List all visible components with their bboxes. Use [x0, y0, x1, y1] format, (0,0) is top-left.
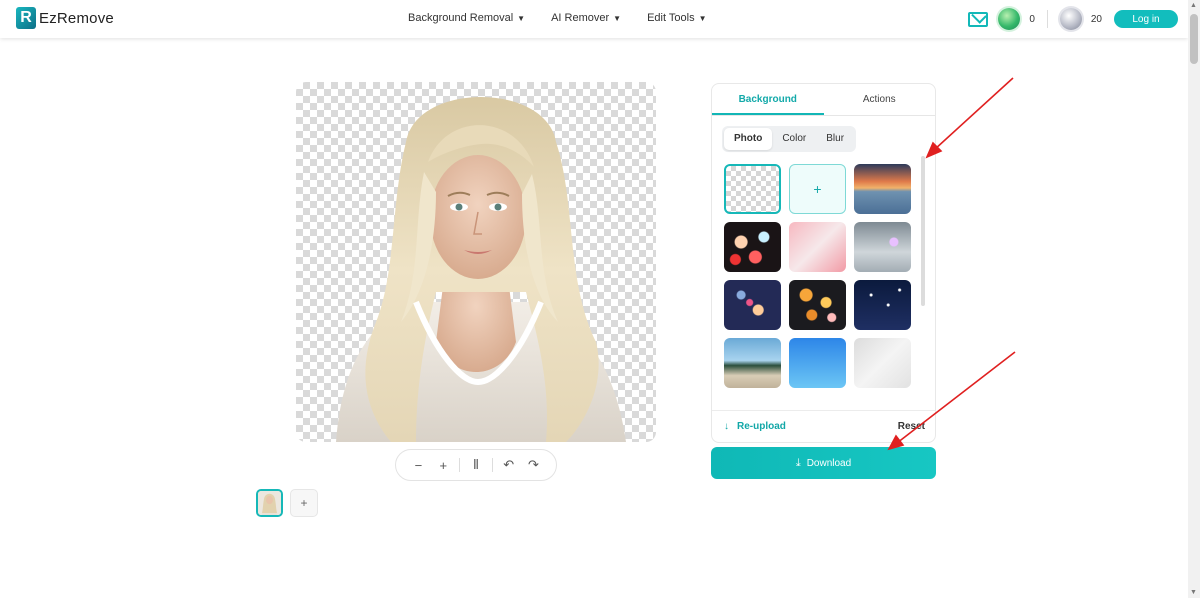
- background-option-transparent[interactable]: [724, 164, 781, 214]
- scroll-down-icon[interactable]: ▼: [1190, 589, 1197, 596]
- undo-icon[interactable]: ↶: [500, 457, 518, 473]
- nav-edit-tools[interactable]: Edit Tools ▼: [647, 12, 706, 24]
- upload-background-button[interactable]: +: [789, 164, 846, 214]
- background-type-selector: Photo Color Blur: [722, 126, 857, 152]
- zoom-out-button[interactable]: −: [409, 458, 427, 473]
- silver-credit-icon[interactable]: [1059, 8, 1082, 30]
- divider: [1046, 10, 1048, 28]
- portrait-thumbnail-image: [258, 491, 281, 515]
- nav-ai-remover[interactable]: AI Remover ▼: [551, 12, 621, 24]
- logo-text: EzRemove: [39, 9, 114, 27]
- segment-color[interactable]: Color: [772, 128, 816, 150]
- download-icon: ⤓: [795, 456, 801, 469]
- segment-blur[interactable]: Blur: [816, 128, 854, 150]
- background-option-blue-bokeh[interactable]: [724, 280, 781, 330]
- nav-background-removal[interactable]: Background Removal ▼: [408, 12, 525, 24]
- nav-label: AI Remover: [551, 12, 610, 24]
- scroll-up-icon[interactable]: ▲: [1190, 2, 1197, 9]
- panel-tabs: Background Actions: [712, 84, 935, 116]
- image-canvas[interactable]: [296, 82, 656, 442]
- download-label: Download: [806, 457, 852, 469]
- nav-label: Edit Tools: [647, 12, 695, 24]
- chevron-down-icon: ▼: [517, 13, 526, 23]
- green-credit-icon[interactable]: [998, 8, 1021, 30]
- compare-icon[interactable]: ⫴: [467, 457, 485, 473]
- reupload-button[interactable]: ↓ Re-upload: [724, 421, 786, 432]
- green-credit-count: 0: [1029, 13, 1035, 25]
- image-thumbnail[interactable]: [256, 489, 283, 517]
- background-option-gray-texture[interactable]: [854, 338, 911, 388]
- scrollbar-thumb[interactable]: [1190, 14, 1198, 64]
- tab-actions[interactable]: Actions: [824, 84, 936, 115]
- mail-icon[interactable]: [968, 11, 989, 27]
- annotation-arrow-line: [933, 77, 1014, 151]
- reset-button[interactable]: Reset: [898, 421, 925, 432]
- silver-credit-count: 20: [1090, 13, 1102, 25]
- background-option-orange-bokeh[interactable]: [789, 280, 846, 330]
- main-nav: Background Removal ▼ AI Remover ▼ Edit T…: [408, 12, 733, 24]
- tab-background[interactable]: Background: [712, 84, 824, 115]
- background-option-rain-window[interactable]: [854, 222, 911, 272]
- chevron-down-icon: ▼: [613, 13, 622, 23]
- login-button[interactable]: Log in: [1114, 10, 1178, 28]
- page-scrollbar[interactable]: ▲ ▼: [1188, 0, 1200, 598]
- background-option-pink-abstract[interactable]: [789, 222, 846, 272]
- background-option-beach[interactable]: [724, 338, 781, 388]
- download-button[interactable]: ⤓ Download: [711, 447, 936, 479]
- chevron-down-icon: ▼: [698, 13, 707, 23]
- background-option-sunset-sea[interactable]: [854, 164, 911, 214]
- panel-scrollbar-thumb[interactable]: [921, 156, 925, 306]
- header-actions: 0 20 Log in: [968, 7, 1178, 31]
- add-image-button[interactable]: +: [290, 489, 318, 517]
- nav-label: Background Removal: [408, 12, 514, 24]
- background-option-night-sky[interactable]: [854, 280, 911, 330]
- logo[interactable]: R EzRemove: [16, 7, 114, 29]
- zoom-in-button[interactable]: +: [434, 458, 452, 473]
- divider: [459, 458, 461, 472]
- panel-footer: ↓ Re-upload Reset: [712, 410, 935, 442]
- cutout-portrait-image: [336, 97, 626, 442]
- reupload-label: Re-upload: [737, 421, 786, 432]
- background-option-blue-gradient[interactable]: [789, 338, 846, 388]
- background-option-bokeh-dark[interactable]: [724, 222, 781, 272]
- background-photo-grid: +: [724, 164, 914, 388]
- canvas-toolbar: − + ⫴ ↶ ↷: [395, 449, 557, 481]
- divider: [491, 458, 493, 472]
- top-header: R EzRemove Background Removal ▼ AI Remov…: [0, 0, 1188, 38]
- redo-icon[interactable]: ↷: [524, 457, 542, 473]
- background-panel: Background Actions Photo Color Blur + ↓ R…: [711, 83, 936, 443]
- download-arrow-icon: ↓: [724, 421, 729, 432]
- segment-photo[interactable]: Photo: [724, 128, 773, 150]
- logo-mark-icon: R: [16, 7, 36, 29]
